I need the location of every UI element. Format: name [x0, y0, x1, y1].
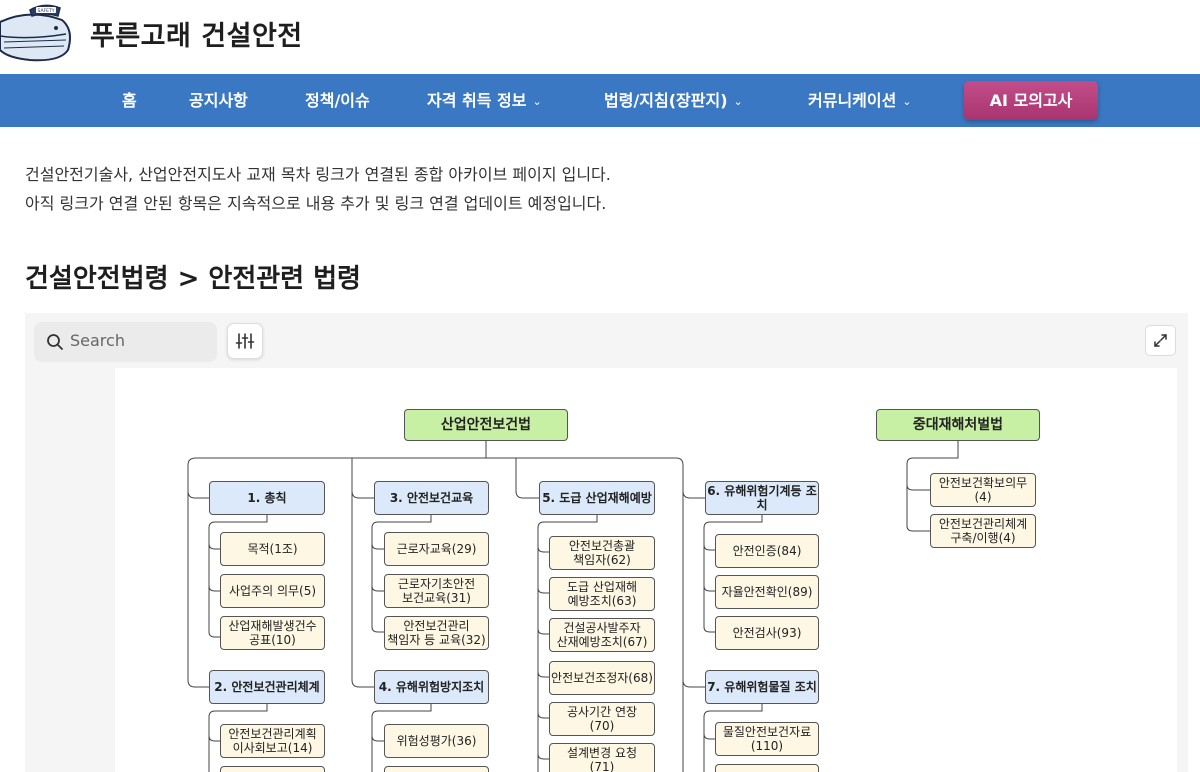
section-node-general[interactable]: 1. 총칙 [209, 481, 325, 515]
leaf-node[interactable]: 산업재해발생건수 공표(10) [220, 616, 325, 650]
leaf-node[interactable]: 근로자교육(29) [384, 532, 489, 566]
leaf-node[interactable]: 건설공사발주자 산재예방조치(67) [549, 618, 655, 652]
section-node-subcontract[interactable]: 5. 도급 산업재해예방 [539, 481, 655, 515]
mindmap-connectors [187, 441, 959, 772]
leaf-node[interactable]: 안전검사(93) [715, 616, 819, 650]
leaf-node[interactable]: 안전인증(84) [715, 534, 819, 568]
leaf-node-truncated[interactable] [715, 764, 819, 772]
leaf-node[interactable]: 근로자기초안전 보건교육(31) [384, 574, 489, 608]
section-node-management-system[interactable]: 2. 안전보건관리체계 [209, 670, 325, 704]
leaf-node-truncated[interactable] [220, 766, 325, 772]
section-node-hazard-substances[interactable]: 7. 유해위험물질 조치 [705, 670, 819, 704]
section-node-hazard-prevention[interactable]: 4. 유해위험방지조치 [374, 670, 489, 704]
root-node-serious-accident-act[interactable]: 중대재해처벌법 [876, 409, 1040, 441]
leaf-node[interactable]: 공사기간 연장 (70) [549, 702, 655, 736]
leaf-node-truncated[interactable] [384, 766, 489, 772]
leaf-node[interactable]: 안전보건확보의무(4) [930, 473, 1036, 507]
leaf-node[interactable]: 사업주의 의무(5) [220, 574, 325, 608]
leaf-node[interactable]: 안전보건조정자(68) [549, 661, 655, 695]
root-node-occupational-safety-act[interactable]: 산업안전보건법 [404, 409, 568, 441]
leaf-node[interactable]: 도급 산업재해 예방조치(63) [549, 577, 655, 611]
leaf-node[interactable]: 설계변경 요청 (71) [549, 743, 655, 772]
section-node-education[interactable]: 3. 안전보건교육 [374, 481, 489, 515]
leaf-node[interactable]: 자율안전확인(89) [715, 575, 819, 609]
leaf-node[interactable]: 목적(1조) [220, 532, 325, 566]
leaf-node[interactable]: 안전보건총괄 책임자(62) [549, 536, 655, 570]
leaf-node[interactable]: 위험성평가(36) [384, 724, 489, 758]
leaf-node[interactable]: 안전보건관리계획 이사회보고(14) [220, 724, 325, 758]
section-node-hazard-machines[interactable]: 6. 유해위험기계등 조치 [705, 481, 819, 515]
leaf-node[interactable]: 안전보건관리체계 구축/이행(4) [930, 514, 1036, 548]
leaf-node[interactable]: 물질안전보건자료 (110) [715, 722, 819, 756]
leaf-node[interactable]: 안전보건관리 책임자 등 교육(32) [384, 616, 489, 650]
